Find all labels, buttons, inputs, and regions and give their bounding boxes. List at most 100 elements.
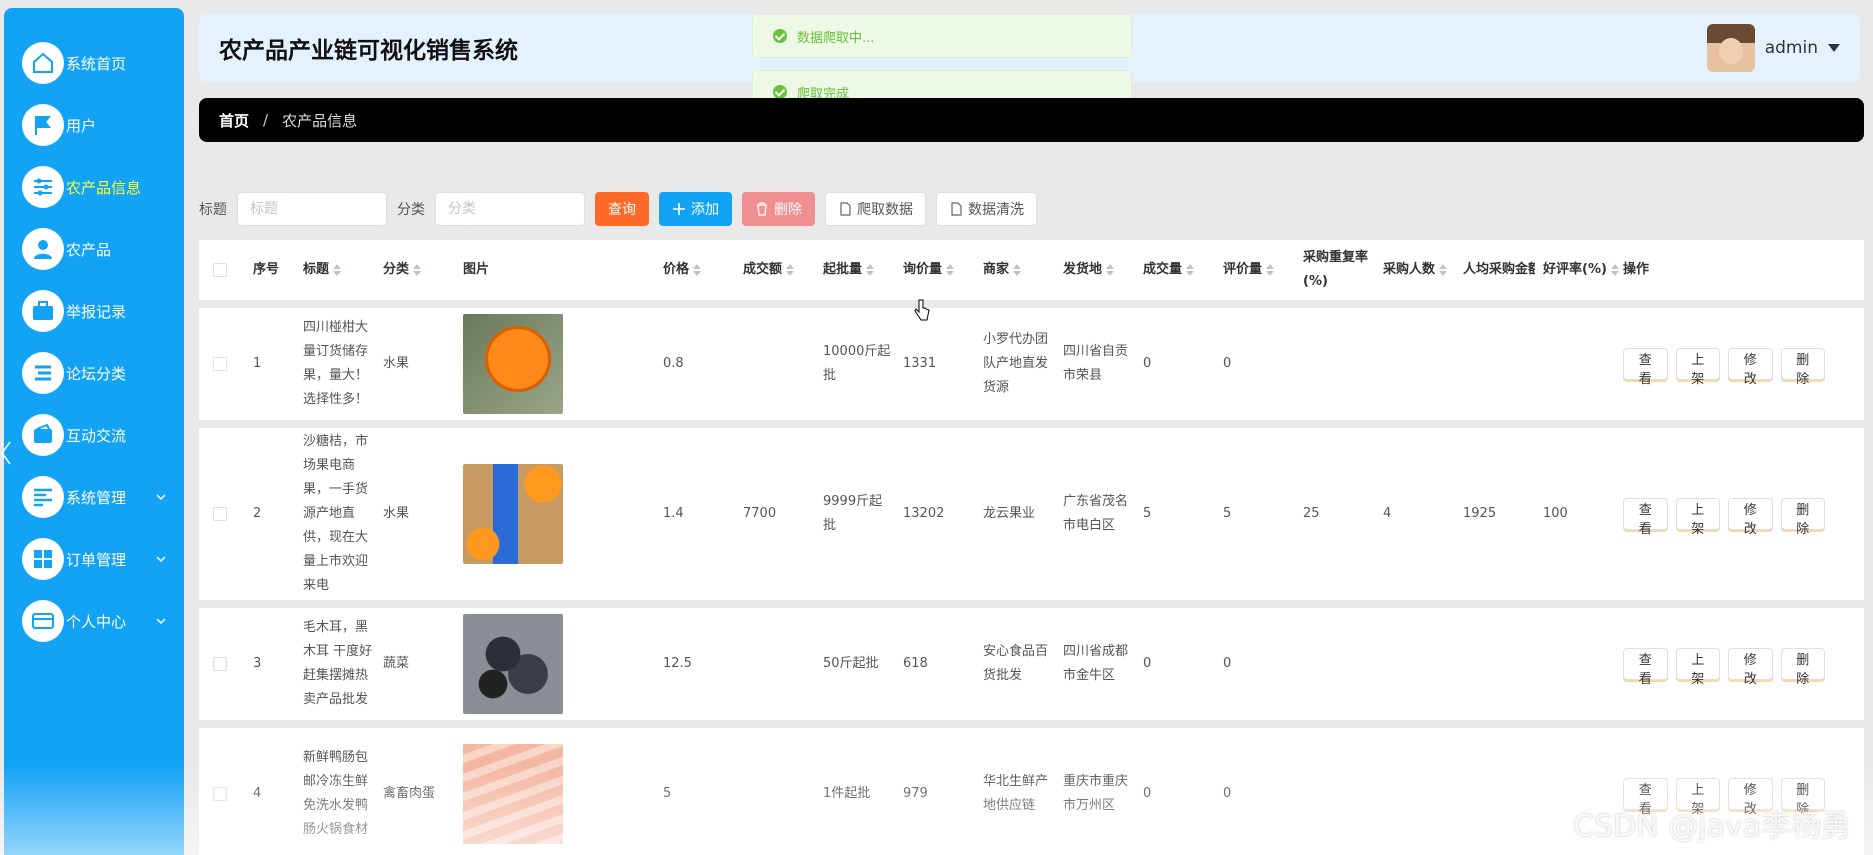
edit-button[interactable]: 修改 bbox=[1728, 348, 1773, 387]
sidebar-item-label: 论坛分类 bbox=[66, 364, 127, 383]
add-label: 添加 bbox=[691, 202, 719, 218]
product-image[interactable] bbox=[463, 464, 563, 564]
category-input[interactable] bbox=[435, 192, 585, 226]
sidebar-item-orders[interactable]: 订单管理 bbox=[4, 528, 184, 590]
cell-image bbox=[455, 314, 655, 414]
sidebar-item-label: 举报记录 bbox=[66, 302, 127, 321]
sidebar-item-home[interactable]: 系统首页 bbox=[4, 32, 184, 94]
cell-category: 水果 bbox=[383, 506, 410, 521]
cell-category: 水果 bbox=[383, 356, 410, 371]
edit-button[interactable]: 修改 bbox=[1728, 648, 1773, 687]
header-price[interactable]: 价格 bbox=[655, 258, 735, 282]
batch-delete-button[interactable]: 删除 bbox=[742, 192, 815, 226]
sidebar-item-forum-category[interactable]: 论坛分类 bbox=[4, 342, 184, 404]
row-checkbox[interactable] bbox=[213, 787, 227, 801]
breadcrumb-separator: / bbox=[263, 111, 269, 129]
select-all-checkbox[interactable] bbox=[213, 263, 227, 277]
sidebar-item-report[interactable]: 举报记录 bbox=[4, 280, 184, 342]
cell-min-batch: 50斤起批 bbox=[823, 656, 879, 671]
cell-ship-from: 广东省茂名市电白区 bbox=[1063, 494, 1129, 533]
edit-button[interactable]: 修改 bbox=[1728, 498, 1773, 537]
sidebar-item-product[interactable]: 农产品 bbox=[4, 218, 184, 280]
sidebar-item-label: 系统首页 bbox=[66, 54, 127, 73]
header-volume[interactable]: 成交量 bbox=[1135, 258, 1215, 282]
delete-button[interactable]: 删除 bbox=[1780, 348, 1825, 387]
header-deal-amount[interactable]: 成交额 bbox=[735, 258, 815, 282]
delete-label: 删除 bbox=[774, 202, 802, 218]
cell-title: 新鲜鸭肠包邮冷冻生鲜免洗水发鸭肠火锅食材 bbox=[303, 750, 369, 837]
header-min-batch[interactable]: 起批量 bbox=[815, 258, 895, 282]
header-ship-from[interactable]: 发货地 bbox=[1055, 258, 1135, 282]
cell-category: 蔬菜 bbox=[383, 656, 410, 671]
toast-text: 数据爬取中... bbox=[797, 30, 875, 46]
card-icon bbox=[22, 600, 64, 642]
cell-volume: 5 bbox=[1143, 506, 1152, 521]
user-menu[interactable]: admin bbox=[1706, 24, 1840, 72]
cell-price: 5 bbox=[663, 786, 672, 801]
query-button[interactable]: 查询 bbox=[595, 192, 649, 226]
sidebar-item-label: 个人中心 bbox=[66, 612, 127, 631]
cell-image bbox=[455, 744, 655, 844]
cell-reviews: 0 bbox=[1223, 656, 1232, 671]
header-image: 图片 bbox=[463, 262, 490, 277]
sidebar-item-product-info[interactable]: 农产品信息 bbox=[4, 156, 184, 218]
header-merchant[interactable]: 商家 bbox=[975, 258, 1055, 282]
header-reviews[interactable]: 评价量 bbox=[1215, 258, 1295, 282]
header-buyers[interactable]: 采购人数 bbox=[1375, 258, 1455, 282]
cell-volume: 0 bbox=[1143, 356, 1152, 371]
cell-no: 4 bbox=[253, 786, 262, 801]
view-button[interactable]: 查看 bbox=[1623, 498, 1668, 537]
delete-button[interactable]: 删除 bbox=[1780, 648, 1825, 687]
product-image[interactable] bbox=[463, 314, 563, 414]
row-checkbox[interactable] bbox=[213, 357, 227, 371]
sidebar-item-system[interactable]: 系统管理 bbox=[4, 466, 184, 528]
shelf-button[interactable]: 上架 bbox=[1675, 648, 1720, 687]
avatar[interactable] bbox=[1706, 24, 1755, 72]
table-row: 2 沙糖桔，市场果电商果，一手货源产地直供，现在大量上市欢迎来电 水果 1.4 7700… bbox=[199, 428, 1864, 608]
cell-inquiries: 13202 bbox=[903, 506, 945, 521]
sidebar-item-user[interactable]: 用户 bbox=[4, 94, 184, 156]
header-no: 序号 bbox=[253, 262, 280, 277]
username[interactable]: admin bbox=[1765, 38, 1818, 58]
header-good-rate[interactable]: 好评率(%) bbox=[1535, 258, 1619, 282]
sort-icon bbox=[866, 263, 875, 276]
toast-crawling: 数据爬取中... bbox=[752, 14, 1132, 58]
product-image[interactable] bbox=[463, 614, 563, 714]
cell-volume: 0 bbox=[1143, 656, 1152, 671]
sort-icon bbox=[413, 263, 422, 276]
success-icon bbox=[773, 85, 787, 99]
product-image[interactable] bbox=[463, 744, 563, 844]
shelf-button[interactable]: 上架 bbox=[1675, 498, 1720, 537]
cell-good-rate: 100 bbox=[1543, 506, 1568, 521]
row-checkbox[interactable] bbox=[213, 657, 227, 671]
sidebar-item-label: 系统管理 bbox=[66, 488, 127, 507]
shelf-button[interactable]: 上架 bbox=[1675, 348, 1720, 387]
crawl-label: 爬取数据 bbox=[857, 202, 913, 218]
sidebar: 系统首页 用户 农产品信息 农产品 举报记录 论坛分类 互动交流 系统管理 订单… bbox=[4, 8, 184, 855]
caret-down-icon[interactable] bbox=[1828, 44, 1840, 52]
cell-reviews: 0 bbox=[1223, 356, 1232, 371]
sort-icon bbox=[1266, 263, 1275, 276]
header-category[interactable]: 分类 bbox=[375, 258, 455, 282]
view-button[interactable]: 查看 bbox=[1623, 348, 1668, 387]
crawl-data-button[interactable]: 爬取数据 bbox=[825, 192, 926, 226]
header-inquiries[interactable]: 询价量 bbox=[895, 258, 975, 282]
clean-data-button[interactable]: 数据清洗 bbox=[936, 192, 1037, 226]
header-title[interactable]: 标题 bbox=[295, 258, 375, 282]
grid-icon bbox=[22, 538, 64, 580]
view-button[interactable]: 查看 bbox=[1623, 648, 1668, 687]
breadcrumb-home[interactable]: 首页 bbox=[219, 110, 249, 131]
add-button[interactable]: 添加 bbox=[659, 192, 732, 226]
chevron-down-icon bbox=[156, 556, 166, 563]
delete-button[interactable]: 删除 bbox=[1780, 498, 1825, 537]
sidebar-item-profile[interactable]: 个人中心 bbox=[4, 590, 184, 652]
sidebar-item-interaction[interactable]: 互动交流 bbox=[4, 404, 184, 466]
row-select-cell bbox=[199, 657, 245, 671]
cell-price: 12.5 bbox=[663, 656, 692, 671]
cell-title: 沙糖桔，市场果电商果，一手货源产地直供，现在大量上市欢迎来电 bbox=[303, 434, 369, 593]
collapse-sidebar-icon[interactable] bbox=[0, 440, 12, 466]
cell-inquiries: 1331 bbox=[903, 356, 937, 371]
row-checkbox[interactable] bbox=[213, 507, 227, 521]
cell-price: 0.8 bbox=[663, 356, 684, 371]
title-input[interactable] bbox=[237, 192, 387, 226]
